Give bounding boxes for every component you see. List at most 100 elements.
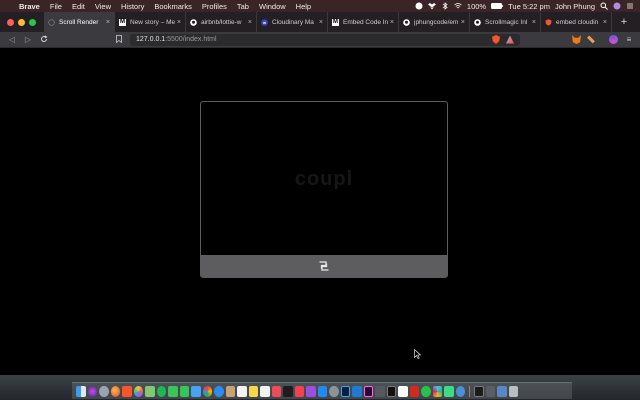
xd-icon[interactable] [363, 385, 373, 397]
loading-icon [48, 18, 55, 26]
brave-rewards-icon[interactable] [506, 35, 514, 44]
profile-avatar[interactable] [609, 35, 618, 44]
pen-extension-icon[interactable] [587, 35, 595, 44]
spotify-icon[interactable] [156, 385, 166, 397]
maps-icon[interactable] [145, 385, 155, 397]
help-icon[interactable] [375, 385, 385, 397]
menu-profiles[interactable]: Profiles [197, 2, 232, 11]
reminders-icon[interactable] [260, 385, 270, 397]
menu-clock[interactable]: Tue 5:22 pm [508, 2, 550, 11]
bluetooth-icon[interactable] [441, 2, 449, 10]
tab-embed-code[interactable]: M Embed Code In × [328, 12, 399, 32]
acrobat-icon[interactable] [409, 385, 419, 397]
embed-footer-bar [201, 255, 447, 277]
control-center-icon[interactable] [626, 2, 634, 10]
android-studio-icon[interactable] [444, 385, 454, 397]
mail-icon[interactable] [191, 385, 201, 397]
contacts-icon[interactable] [225, 385, 235, 397]
brave-shields-icon[interactable] [492, 35, 500, 44]
launchpad-icon[interactable] [99, 385, 109, 397]
slack-icon[interactable] [432, 385, 442, 397]
terminal-icon[interactable] [386, 385, 396, 397]
tab-cloudinary[interactable]: Cloudinary Ma × [257, 12, 328, 32]
dropbox-icon[interactable] [427, 2, 436, 10]
browser-menu-button[interactable]: ≡ [622, 35, 636, 44]
menu-edit[interactable]: Edit [67, 2, 90, 11]
photoshop-icon[interactable] [340, 385, 350, 397]
tab-lottie[interactable]: airbnb/lottie-w × [186, 12, 257, 32]
zoom-window-button[interactable] [29, 18, 36, 26]
tab-scrollmagic[interactable]: Scrollmagic Inl × [470, 12, 541, 32]
tab-jphungcode[interactable]: jphungcode/em × [399, 12, 470, 32]
menu-bookmarks[interactable]: Bookmarks [149, 2, 197, 11]
new-tab-button[interactable]: + [616, 16, 632, 28]
tab-new-story[interactable]: M New story – Me × [115, 12, 186, 32]
close-tab-icon[interactable]: × [461, 19, 465, 26]
activity-monitor-icon[interactable] [474, 385, 484, 397]
close-tab-icon[interactable]: × [390, 19, 394, 26]
minimize-window-button[interactable] [18, 18, 25, 26]
messages-icon[interactable] [179, 385, 189, 397]
bookmark-button[interactable] [112, 34, 126, 45]
app-store-icon[interactable] [317, 385, 327, 397]
close-tab-icon[interactable]: × [532, 19, 536, 26]
wifi-icon[interactable] [454, 2, 462, 10]
forward-button[interactable]: ▷ [20, 35, 36, 44]
brave-browser-icon[interactable] [122, 385, 132, 397]
system-preferences-icon[interactable] [329, 385, 339, 397]
metamask-extension-icon[interactable] [572, 35, 581, 44]
firefox-icon[interactable] [110, 385, 120, 397]
close-window-button[interactable] [7, 18, 14, 26]
reload-button[interactable] [36, 34, 52, 45]
search-icon[interactable] [600, 2, 608, 10]
stocks-icon[interactable] [283, 385, 293, 397]
menu-help[interactable]: Help [291, 2, 316, 11]
news-icon[interactable] [271, 385, 281, 397]
menu-window[interactable]: Window [254, 2, 291, 11]
facetime-icon[interactable] [168, 385, 178, 397]
network-utility-icon[interactable] [455, 385, 465, 397]
battery-icon[interactable] [491, 2, 503, 10]
embed-card: coupl [200, 101, 448, 278]
chrome-icon[interactable] [202, 385, 212, 397]
music-icon[interactable] [294, 385, 304, 397]
close-tab-icon[interactable]: × [319, 19, 323, 26]
close-tab-icon[interactable]: × [248, 19, 252, 26]
photos-icon[interactable] [133, 385, 143, 397]
menu-history[interactable]: History [116, 2, 149, 11]
url-host: 127.0.0.1 [136, 36, 166, 43]
siri-icon[interactable] [613, 2, 621, 10]
address-bar[interactable]: 127.0.0.1 :5500/index.html [130, 33, 520, 46]
dock-shelf [72, 382, 572, 399]
browser-toolbar: ◁ ▷ 127.0.0.1 :5500/index.html ≡ [0, 32, 640, 48]
codepen-embed-icon[interactable] [318, 260, 330, 272]
downloads-stack-icon[interactable] [497, 385, 507, 397]
macos-dock [0, 375, 640, 400]
screenshot-icon[interactable] [485, 385, 495, 397]
menu-user[interactable]: John Phung [555, 2, 595, 11]
record-icon[interactable] [415, 2, 423, 10]
close-tab-icon[interactable]: × [106, 19, 110, 26]
medium-icon: M [119, 18, 126, 26]
notes-icon[interactable] [248, 385, 258, 397]
url-path: :5500/index.html [165, 36, 217, 43]
menu-file[interactable]: File [45, 2, 67, 11]
siri-icon[interactable] [87, 385, 97, 397]
safari-icon[interactable] [214, 385, 224, 397]
podcasts-icon[interactable] [306, 385, 316, 397]
back-button[interactable]: ◁ [4, 35, 20, 44]
tab-embed-cloudinary[interactable]: embed cloudin × [541, 12, 612, 32]
close-tab-icon[interactable]: × [603, 19, 607, 26]
notion-icon[interactable] [398, 385, 408, 397]
close-tab-icon[interactable]: × [177, 19, 181, 26]
menu-app-name[interactable]: Brave [14, 2, 45, 11]
menu-tab[interactable]: Tab [232, 2, 254, 11]
menu-view[interactable]: View [90, 2, 116, 11]
trash-icon[interactable] [508, 385, 518, 397]
calendar-icon[interactable] [237, 385, 247, 397]
finder-icon[interactable] [76, 385, 86, 397]
whatsapp-icon[interactable] [421, 385, 431, 397]
tab-scroll-render[interactable]: Scroll Render × [44, 12, 115, 32]
vscode-icon[interactable] [352, 385, 362, 397]
medium-icon: M [332, 18, 339, 26]
